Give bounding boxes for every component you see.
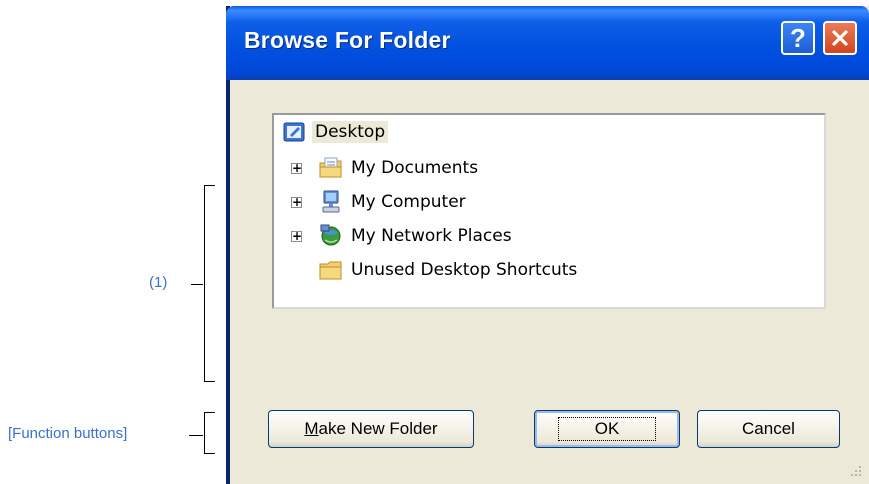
folder-tree[interactable]: Desktop My Documents My Computer (272, 113, 826, 309)
resize-grip-icon[interactable] (849, 464, 863, 478)
annotation-tree-connector (191, 284, 203, 285)
cancel-button[interactable]: Cancel (697, 410, 840, 448)
tree-item-my-network-places[interactable]: My Network Places (318, 223, 515, 249)
ok-button[interactable]: OK (534, 410, 680, 448)
annotation-buttons-label: [Function buttons] (8, 425, 128, 442)
make-new-folder-label: ake New Folder (318, 419, 438, 438)
help-icon: ? (790, 23, 806, 53)
make-new-folder-accelerator: M (304, 419, 319, 438)
tree-item-my-documents[interactable]: My Documents (318, 155, 481, 181)
ok-label: OK (557, 417, 657, 441)
expand-my-computer[interactable] (291, 197, 302, 208)
browse-for-folder-dialog: Browse For Folder ? Desktop + My Documen… (226, 6, 869, 484)
tree-item-label: Desktop (312, 121, 389, 143)
my-computer-icon (322, 190, 340, 213)
annotation-tree-label: (1) (149, 274, 168, 291)
desktop-icon (283, 122, 305, 142)
my-documents-folder-icon (319, 157, 342, 178)
annotation-tree-bracket (204, 185, 215, 382)
tree-item-my-computer[interactable]: My Computer (318, 189, 469, 215)
make-new-folder-button[interactable]: Make New Folder (268, 410, 474, 448)
annotation-buttons-connector (189, 435, 203, 436)
tree-item-desktop[interactable]: Desktop (282, 119, 389, 145)
close-button[interactable] (823, 21, 857, 55)
tree-item-label: My Computer (351, 192, 466, 212)
tree-item-unused-desktop-shortcuts[interactable]: Unused Desktop Shortcuts (318, 257, 580, 283)
tree-item-label: My Network Places (351, 226, 512, 246)
window-title: Browse For Folder (244, 27, 451, 53)
title-bar[interactable]: Browse For Folder ? (226, 6, 869, 80)
annotation-buttons-bracket (204, 412, 215, 454)
expand-my-network-places[interactable] (291, 231, 302, 242)
cancel-label: Cancel (742, 419, 795, 438)
tree-item-label: Unused Desktop Shortcuts (351, 260, 578, 280)
folder-icon (319, 261, 342, 280)
tree-item-label: My Documents (351, 158, 479, 178)
network-places-icon (320, 224, 341, 246)
expand-my-documents[interactable] (291, 163, 302, 174)
close-icon (832, 30, 848, 46)
help-button[interactable]: ? (781, 21, 815, 55)
